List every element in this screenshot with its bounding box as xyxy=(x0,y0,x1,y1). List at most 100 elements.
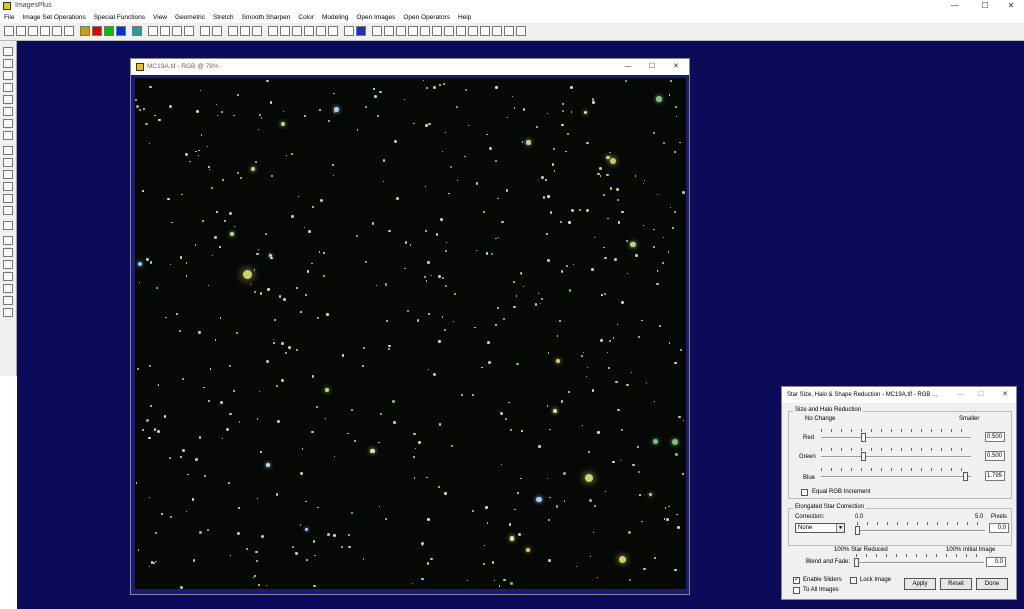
menu-image-set-operations[interactable]: Image Set Operations xyxy=(18,12,89,23)
zoom-minus-icon[interactable] xyxy=(432,26,442,36)
green-value[interactable]: 0.500 xyxy=(985,451,1005,461)
red-slider[interactable] xyxy=(821,437,971,439)
dots-row-icon[interactable] xyxy=(228,26,238,36)
tile-icon[interactable] xyxy=(516,26,526,36)
image-close-button[interactable]: ✕ xyxy=(665,61,687,73)
save-icon[interactable] xyxy=(28,26,38,36)
align-top-icon[interactable] xyxy=(200,26,210,36)
window-2-icon[interactable] xyxy=(456,26,466,36)
blend-slider[interactable] xyxy=(856,562,984,564)
zoom-out-icon[interactable] xyxy=(384,26,394,36)
close-button[interactable]: ✕ xyxy=(1000,0,1022,12)
close-image-icon[interactable] xyxy=(40,26,50,36)
red-slider-thumb[interactable] xyxy=(861,433,866,442)
list-icon[interactable] xyxy=(316,26,326,36)
blue-slider-thumb[interactable] xyxy=(963,472,968,481)
cyan-black-icon[interactable] xyxy=(3,119,13,128)
star-field-image[interactable] xyxy=(135,78,686,589)
blue-black-icon[interactable] xyxy=(3,107,13,116)
select-tool-icon[interactable] xyxy=(3,47,13,56)
image-minimize-button[interactable]: — xyxy=(617,61,639,73)
crosshair-move-icon[interactable] xyxy=(3,170,13,179)
zoom-actual-icon[interactable] xyxy=(408,26,418,36)
window-3-icon[interactable] xyxy=(468,26,478,36)
menu-stretch[interactable]: Stretch xyxy=(209,12,238,23)
enable-sliders-checkbox[interactable]: ✓ xyxy=(793,577,800,584)
green-slider-thumb[interactable] xyxy=(861,452,866,461)
chevron-down-icon[interactable]: ▼ xyxy=(836,524,844,532)
blue-slider[interactable] xyxy=(821,476,971,478)
mask-icon[interactable] xyxy=(3,146,13,155)
channel-rgb-icon[interactable] xyxy=(80,26,90,36)
right-arrow-icon[interactable] xyxy=(3,272,13,281)
gray-black-icon[interactable] xyxy=(3,131,13,140)
green-slider[interactable] xyxy=(821,456,971,458)
minimize-button[interactable]: — xyxy=(944,0,966,12)
move-icon[interactable] xyxy=(3,236,13,245)
plus-green-icon[interactable] xyxy=(292,26,302,36)
window-5-icon[interactable] xyxy=(492,26,502,36)
arrow-left-red-icon[interactable] xyxy=(172,26,182,36)
red-channel-icon[interactable] xyxy=(92,26,102,36)
light-square-icon[interactable] xyxy=(3,206,13,215)
arrow-right-red-icon[interactable] xyxy=(184,26,194,36)
window-6-icon[interactable] xyxy=(504,26,514,36)
dialog-minimize-button[interactable]: — xyxy=(950,389,972,401)
green-black-icon[interactable] xyxy=(3,95,13,104)
window-4-icon[interactable] xyxy=(480,26,490,36)
arrow-left-icon[interactable] xyxy=(148,26,158,36)
image-maximize-button[interactable]: ☐ xyxy=(641,61,663,73)
redo-arrow-icon[interactable] xyxy=(3,296,13,305)
blend-value[interactable]: 0.0 xyxy=(986,557,1006,567)
red-value[interactable]: 0.500 xyxy=(985,432,1005,442)
left-line-icon[interactable] xyxy=(3,260,13,269)
zoom-fit-icon[interactable] xyxy=(396,26,406,36)
maximize-button[interactable]: ☐ xyxy=(974,0,996,12)
angle-icon[interactable] xyxy=(280,26,290,36)
correction-select[interactable]: None ▼ xyxy=(795,523,845,533)
zoom-plus-icon[interactable] xyxy=(420,26,430,36)
dots-grid-icon[interactable] xyxy=(252,26,262,36)
square-select-icon[interactable] xyxy=(3,182,13,191)
menu-open-operators[interactable]: Open Operators xyxy=(399,12,454,23)
red-black-icon[interactable] xyxy=(3,71,13,80)
blue-channel-icon[interactable] xyxy=(116,26,126,36)
elongated-slider[interactable] xyxy=(857,530,985,532)
gray-square-icon[interactable] xyxy=(3,194,13,203)
done-button[interactable]: Done xyxy=(976,578,1008,590)
gradient-icon[interactable] xyxy=(3,158,13,167)
crosshair-icon[interactable] xyxy=(304,26,314,36)
grid-icon[interactable] xyxy=(328,26,338,36)
open-folder-icon[interactable] xyxy=(16,26,26,36)
arrow-right-icon[interactable] xyxy=(160,26,170,36)
red-blue-icon[interactable] xyxy=(3,83,13,92)
menu-open-images[interactable]: Open Images xyxy=(352,12,399,23)
lock-image-checkbox[interactable] xyxy=(850,577,857,584)
to-all-images-checkbox[interactable] xyxy=(793,587,800,594)
dropper-icon[interactable] xyxy=(3,221,13,230)
elongated-value[interactable]: 0.0 xyxy=(989,523,1009,533)
menu-view[interactable]: View xyxy=(149,12,171,23)
print-icon[interactable] xyxy=(64,26,74,36)
dialog-close-button[interactable]: ✕ xyxy=(994,389,1016,401)
reset-button[interactable]: Reset xyxy=(940,578,972,590)
equal-rgb-checkbox[interactable] xyxy=(801,489,808,496)
black-white-icon[interactable] xyxy=(3,59,13,68)
green-channel-icon[interactable] xyxy=(104,26,114,36)
triangle-icon[interactable] xyxy=(268,26,278,36)
elongated-slider-thumb[interactable] xyxy=(855,526,860,535)
pencil-icon[interactable] xyxy=(344,26,354,36)
undo-arrow-icon[interactable] xyxy=(3,284,13,293)
menu-geometric[interactable]: Geometric xyxy=(171,12,209,23)
menu-help[interactable]: Help xyxy=(454,12,475,23)
image-window-title-bar[interactable]: MC19A.tif - RGB @ 78% — ☐ ✕ xyxy=(131,59,689,75)
dots-column-icon[interactable] xyxy=(240,26,250,36)
refresh-icon[interactable] xyxy=(3,308,13,317)
align-bottom-icon[interactable] xyxy=(212,26,222,36)
menu-special-functions[interactable]: Special Functions xyxy=(90,12,149,23)
cyan-channel-icon[interactable] xyxy=(132,26,142,36)
image-window[interactable]: MC19A.tif - RGB @ 78% — ☐ ✕ xyxy=(130,58,690,595)
cancel-icon[interactable] xyxy=(52,26,62,36)
dialog-maximize-button[interactable]: ☐ xyxy=(970,389,992,401)
apply-button[interactable]: Apply xyxy=(904,578,936,590)
